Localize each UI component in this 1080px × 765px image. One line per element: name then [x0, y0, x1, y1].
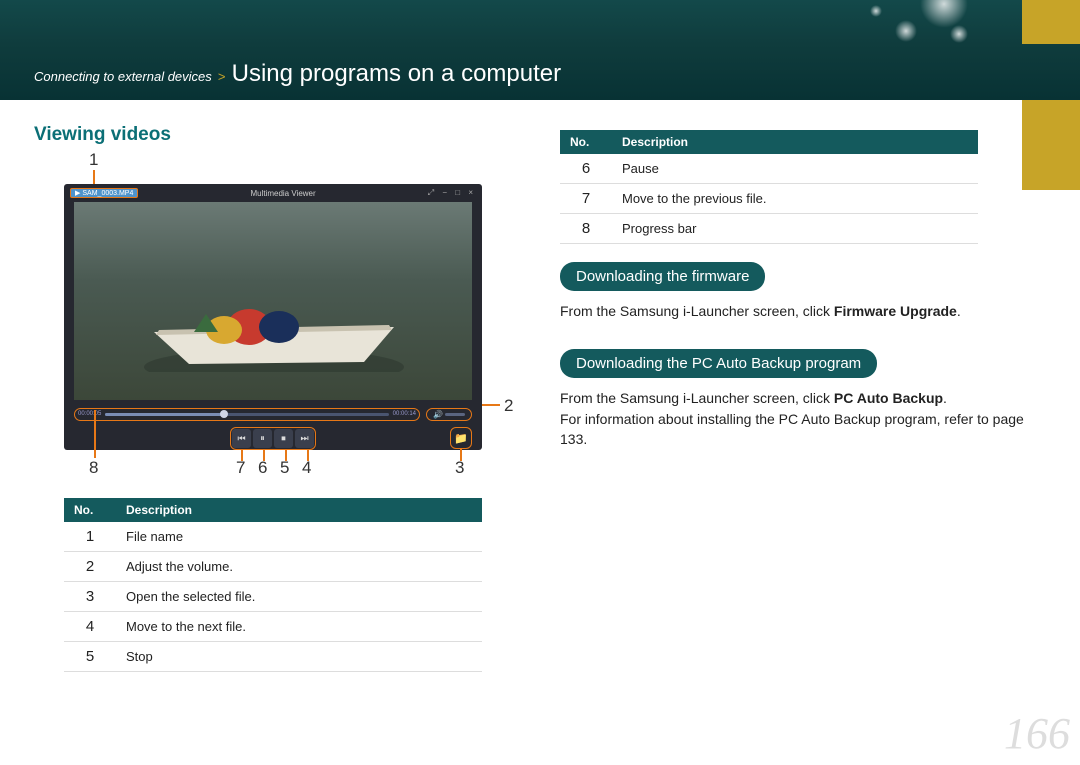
breadcrumb-current: Using programs on a computer [232, 60, 561, 87]
table-row: 2Adjust the volume. [64, 552, 482, 582]
pause-icon: ⏸ [260, 433, 265, 444]
video-file-icon: ▶ [75, 189, 80, 197]
table-header-no: No. [64, 498, 116, 522]
breadcrumb-separator: > [218, 69, 226, 84]
callout-3: 3 [455, 458, 464, 478]
pill-downloading-firmware: Downloading the firmware [560, 262, 765, 291]
page-title: Connecting to external devices > Using p… [34, 60, 561, 88]
open-file-button[interactable]: 📁 [450, 427, 472, 449]
folder-icon: 📁 [454, 432, 468, 445]
callout-6: 6 [258, 458, 267, 478]
callout-4: 4 [302, 458, 311, 478]
file-name-label: SAM_0003.MP4 [82, 190, 133, 197]
app-title: Multimedia Viewer [250, 189, 315, 198]
page-number: 166 [1004, 708, 1070, 759]
callout-7: 7 [236, 458, 245, 478]
pause-button[interactable]: ⏸ [253, 429, 272, 448]
table-row: 6Pause [560, 154, 978, 184]
time-current: 00:00:05 [78, 411, 101, 417]
top-banner [0, 0, 1080, 44]
description-table-right: No. Description 6Pause 7Move to the prev… [560, 130, 978, 244]
callout-2: 2 [504, 396, 513, 416]
stop-button[interactable]: ⏹ [274, 429, 293, 448]
table-row: 4Move to the next file. [64, 612, 482, 642]
video-viewer-diagram: 1 2 ▶ SAM_0003.MP4 Multimedia Viewer ⤢ −… [34, 154, 494, 484]
table-row: 1File name [64, 522, 482, 552]
video-frame [74, 202, 472, 400]
previous-button[interactable]: ⏮ [232, 429, 251, 448]
file-name-chip: ▶ SAM_0003.MP4 [70, 188, 138, 198]
skip-previous-icon: ⏮ [237, 433, 245, 444]
pc-auto-backup-text: From the Samsung i-Launcher screen, clic… [560, 388, 1046, 449]
table-header-desc: Description [116, 498, 482, 522]
window-controls: ⤢ − □ × [428, 188, 476, 198]
callout-5: 5 [280, 458, 289, 478]
callout-1: 1 [89, 150, 98, 170]
table-header-no: No. [560, 130, 612, 154]
table-row: 3Open the selected file. [64, 582, 482, 612]
speaker-icon: 🔊 [433, 410, 443, 419]
time-total: 00:00:14 [393, 411, 416, 417]
table-row: 5Stop [64, 642, 482, 672]
section-title-viewing-videos: Viewing videos [34, 124, 520, 146]
progress-bar[interactable]: 00:00:05 00:00:14 [74, 408, 420, 421]
breadcrumb-parent: Connecting to external devices [34, 69, 212, 84]
callout-8: 8 [89, 458, 98, 478]
skip-next-icon: ⏭ [300, 433, 308, 444]
firmware-text: From the Samsung i-Launcher screen, clic… [560, 301, 1046, 321]
stop-icon: ⏹ [281, 433, 286, 444]
volume-control[interactable]: 🔊 [426, 408, 472, 421]
multimedia-viewer-window: ▶ SAM_0003.MP4 Multimedia Viewer ⤢ − □ × [64, 184, 482, 450]
table-row: 7Move to the previous file. [560, 184, 978, 214]
pill-downloading-pc-auto-backup: Downloading the PC Auto Backup program [560, 349, 877, 378]
table-row: 8Progress bar [560, 214, 978, 244]
transport-buttons: ⏮ ⏸ ⏹ ⏭ [230, 427, 316, 450]
next-button[interactable]: ⏭ [295, 429, 314, 448]
boat-image [134, 272, 414, 372]
table-header-desc: Description [612, 130, 978, 154]
description-table-left: No. Description 1File name 2Adjust the v… [64, 498, 482, 672]
